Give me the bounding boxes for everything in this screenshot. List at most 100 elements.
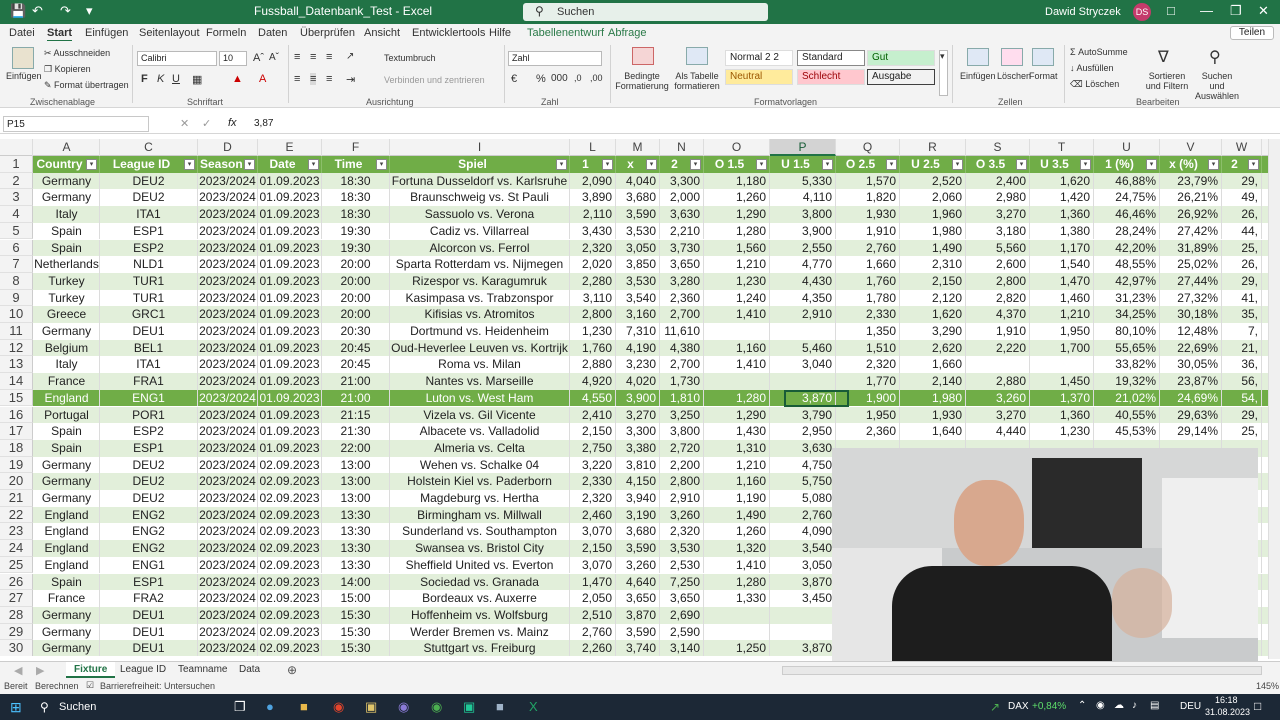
filter-dropdown-icon[interactable]: ▾ — [184, 159, 195, 170]
table-cell[interactable]: 1,950 — [836, 406, 900, 424]
table-cell[interactable]: Germany — [34, 456, 100, 474]
table-cell[interactable]: 55,65% — [1094, 339, 1160, 357]
menu-formulas[interactable]: Formeln — [206, 27, 246, 39]
table-cell[interactable]: Holstein Kiel vs. Paderborn — [390, 473, 570, 490]
table-cell[interactable]: 2,980 — [966, 189, 1030, 207]
font-grow-icon[interactable]: Aˆ — [253, 52, 264, 64]
table-cell[interactable]: 3,680 — [616, 189, 660, 207]
table-cell[interactable]: ESP1 — [100, 573, 198, 591]
row-number[interactable]: 10 — [0, 306, 33, 323]
table-cell[interactable]: 4,550 — [570, 389, 616, 407]
table-cell[interactable]: 34,25% — [1094, 306, 1160, 323]
table-cell[interactable]: 2,150 — [900, 272, 966, 290]
table-cell[interactable]: 2023/2024 — [198, 323, 258, 340]
column-header-f[interactable]: F — [322, 139, 390, 156]
table-cell[interactable]: 33,82% — [1094, 356, 1160, 374]
table-cell[interactable]: 1,760 — [836, 272, 900, 290]
table-cell[interactable]: 4,020 — [616, 373, 660, 390]
table-cell[interactable]: 2023/2024 — [198, 590, 258, 607]
filter-dropdown-icon[interactable]: ▾ — [1146, 159, 1157, 170]
table-cell[interactable]: 3,220 — [570, 456, 616, 474]
menu-page-layout[interactable]: Seitenlayout — [139, 27, 200, 39]
table-cell[interactable]: 2023/2024 — [198, 623, 258, 641]
menu-help[interactable]: Hilfe — [489, 27, 511, 39]
table-cell[interactable]: 3,850 — [616, 256, 660, 273]
column-header-t[interactable]: T — [1030, 139, 1094, 156]
table-cell[interactable]: Spain — [34, 239, 100, 257]
table-cell[interactable]: 2,360 — [836, 423, 900, 440]
underline-icon[interactable]: U — [172, 73, 180, 85]
table-cell[interactable]: 1,760 — [570, 339, 616, 357]
table-cell[interactable]: 3,890 — [570, 189, 616, 207]
table-cell[interactable]: 2,600 — [966, 256, 1030, 273]
table-cell[interactable]: 20:00 — [322, 289, 390, 307]
table-cell[interactable]: ENG2 — [100, 506, 198, 524]
column-header-d[interactable]: D — [198, 139, 258, 156]
table-cell[interactable]: 45,53% — [1094, 423, 1160, 440]
table-cell[interactable]: 3,300 — [660, 172, 704, 190]
table-cell[interactable]: ENG2 — [100, 540, 198, 557]
header-cell[interactable]: O 2.5 ▾ — [836, 156, 900, 173]
table-cell[interactable]: 3,430 — [570, 222, 616, 240]
table-cell[interactable]: 21, — [1222, 339, 1262, 357]
table-cell[interactable]: 2,320 — [660, 523, 704, 541]
table-cell[interactable]: 1,770 — [836, 373, 900, 390]
delete-cells-button[interactable]: Löschen — [997, 71, 1031, 81]
clear-button[interactable]: ⌫ Löschen — [1070, 79, 1119, 90]
table-cell[interactable]: 3,050 — [616, 239, 660, 257]
table-cell[interactable]: 1,360 — [1030, 406, 1094, 424]
table-cell[interactable]: 2023/2024 — [198, 556, 258, 574]
table-cell[interactable]: 31,89% — [1160, 239, 1222, 257]
table-cell[interactable]: 42,20% — [1094, 239, 1160, 257]
filter-dropdown-icon[interactable]: ▾ — [690, 159, 701, 170]
table-cell[interactable]: 5,080 — [770, 490, 836, 507]
table-cell[interactable]: 13:30 — [322, 523, 390, 541]
table-cell[interactable]: 2023/2024 — [198, 289, 258, 307]
table-cell[interactable]: ESP1 — [100, 439, 198, 457]
table-cell[interactable]: 20:00 — [322, 256, 390, 273]
wrap-text-button[interactable]: Textumbruch — [384, 53, 436, 63]
column-header-o[interactable]: O — [704, 139, 770, 156]
table-cell[interactable] — [770, 323, 836, 340]
row-number[interactable]: 26 — [0, 573, 33, 591]
table-cell[interactable]: 1,950 — [1030, 323, 1094, 340]
table-cell[interactable]: 4,090 — [770, 523, 836, 541]
status-accessibility[interactable]: Barrierefreiheit: Untersuchen — [100, 681, 215, 691]
table-cell[interactable] — [704, 373, 770, 390]
table-cell[interactable]: 1,410 — [704, 356, 770, 374]
table-cell[interactable]: 3,160 — [616, 306, 660, 323]
table-cell[interactable]: Greece — [34, 306, 100, 323]
search-input[interactable]: ⚲ Suchen — [523, 3, 768, 21]
column-header-l[interactable]: L — [570, 139, 616, 156]
table-cell[interactable]: DEU1 — [100, 640, 198, 656]
align-center-icon[interactable]: ≡ — [310, 73, 317, 85]
table-cell[interactable]: 1,570 — [836, 172, 900, 190]
row-number[interactable]: 15 — [0, 389, 33, 407]
table-cell[interactable]: Germany — [34, 490, 100, 507]
table-cell[interactable]: 15:00 — [322, 590, 390, 607]
row-number[interactable]: 5 — [0, 222, 33, 240]
table-cell[interactable]: Portugal — [34, 406, 100, 424]
table-cell[interactable]: 3,810 — [616, 456, 660, 474]
table-cell[interactable]: 3,260 — [660, 506, 704, 524]
minimize-icon[interactable]: — — [1200, 3, 1213, 18]
table-cell[interactable]: 2023/2024 — [198, 189, 258, 207]
table-cell[interactable]: England — [34, 523, 100, 541]
table-cell[interactable]: 3,070 — [570, 523, 616, 541]
header-cell[interactable]: x (%) ▾ — [1160, 156, 1222, 173]
row-number[interactable]: 20 — [0, 473, 33, 490]
table-cell[interactable]: 3,270 — [966, 206, 1030, 223]
table-cell[interactable]: 15:30 — [322, 640, 390, 656]
table-cell[interactable]: 1,820 — [836, 189, 900, 207]
menu-review[interactable]: Überprüfen — [300, 27, 355, 39]
column-header-a[interactable]: A — [34, 139, 100, 156]
table-cell[interactable]: 2,090 — [570, 172, 616, 190]
font-shrink-icon[interactable]: Aˇ — [269, 52, 279, 63]
table-cell[interactable]: ENG2 — [100, 523, 198, 541]
filter-dropdown-icon[interactable]: ▾ — [86, 159, 97, 170]
clipboard-icon[interactable] — [12, 47, 34, 69]
table-cell[interactable]: 21:30 — [322, 423, 390, 440]
table-cell[interactable]: 1,780 — [836, 289, 900, 307]
table-cell[interactable]: 5,560 — [966, 239, 1030, 257]
table-cell[interactable]: 7,310 — [616, 323, 660, 340]
